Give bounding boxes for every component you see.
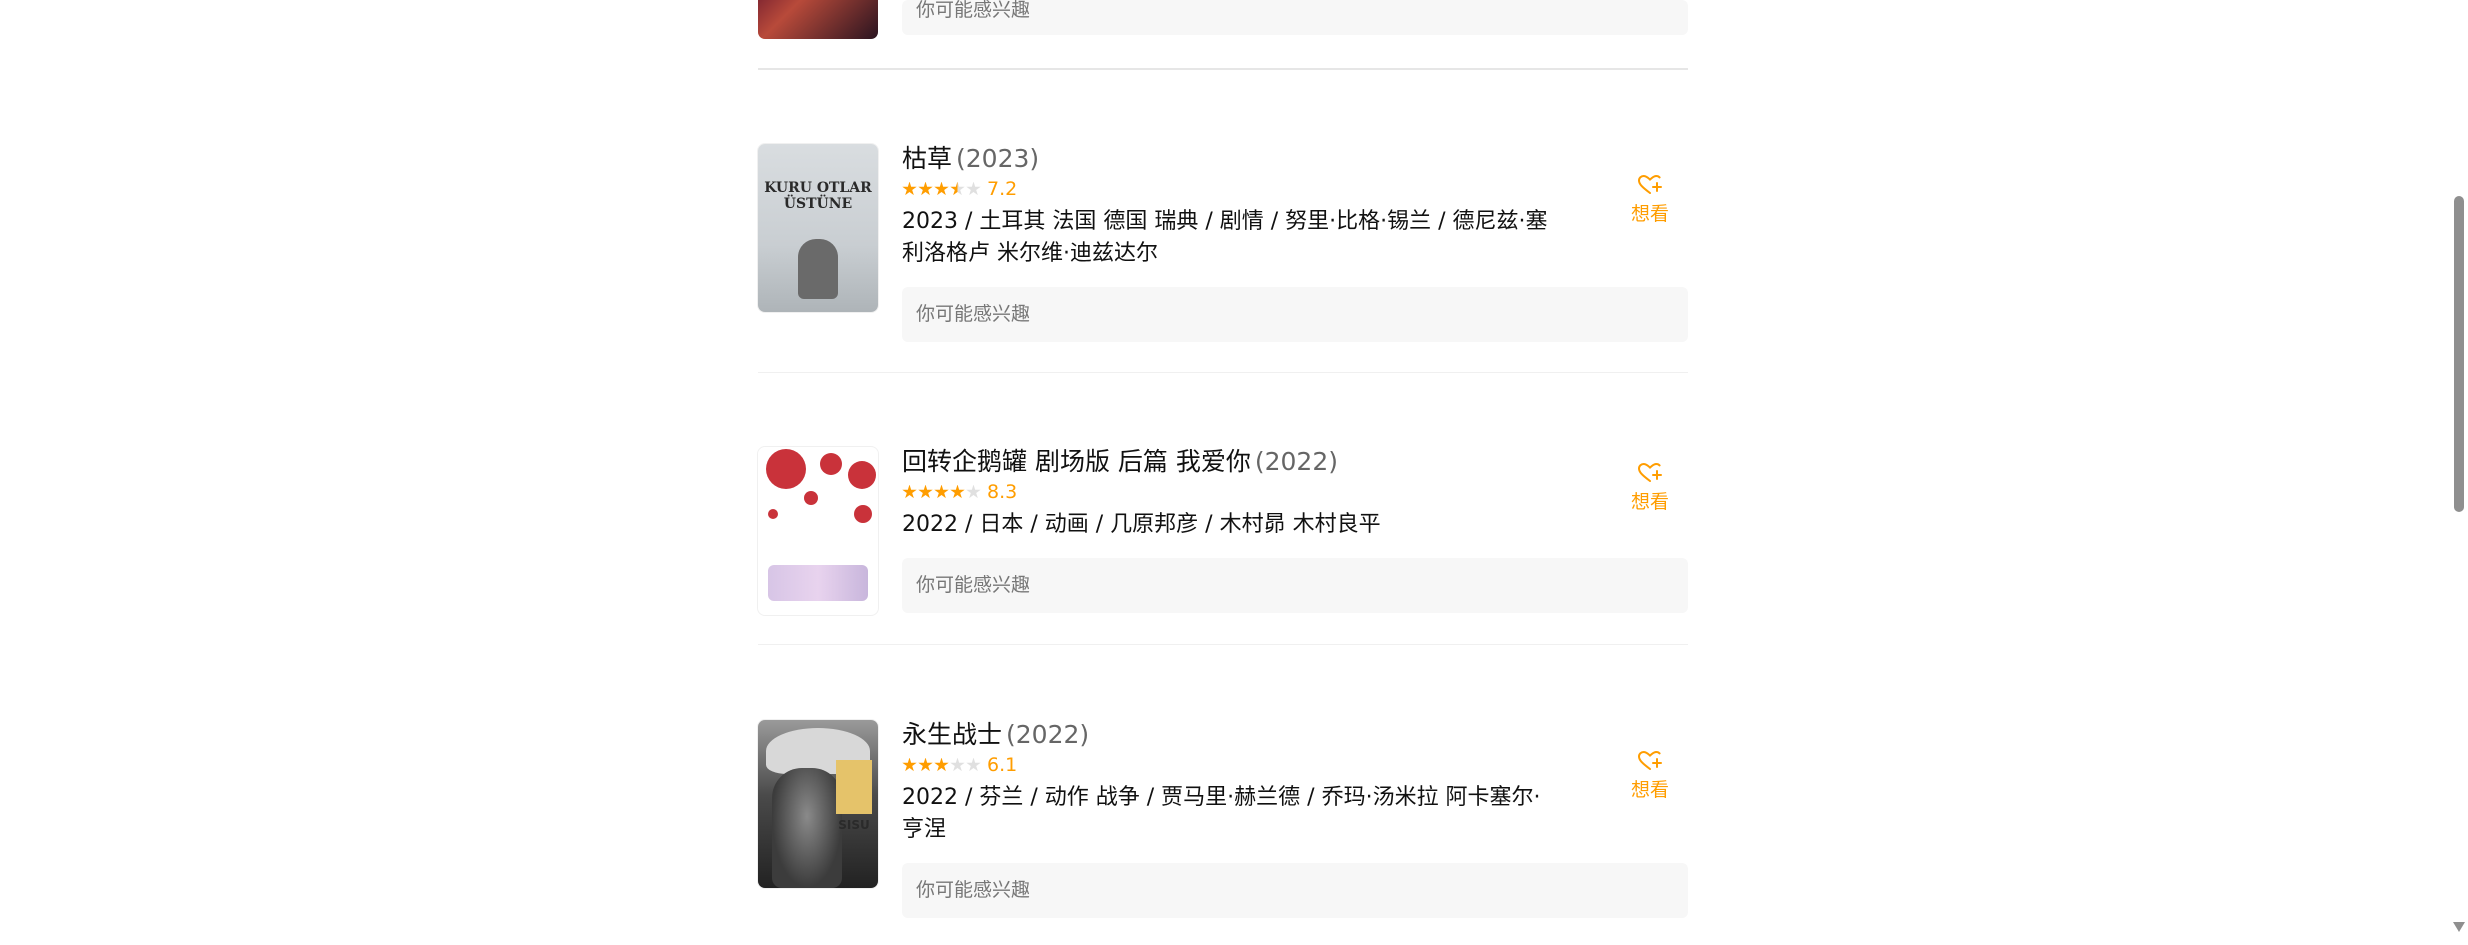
vertical-scrollbar[interactable] <box>2450 0 2468 945</box>
rating: 7.2 <box>902 178 1017 200</box>
star-rating-icon <box>902 181 981 197</box>
want-to-watch-button[interactable]: 想看 <box>1620 462 1680 514</box>
poster-figure <box>798 239 838 299</box>
star-rating-icon <box>902 757 981 773</box>
star-icon <box>918 757 933 772</box>
movie-title-line[interactable]: 枯草 (2023) <box>902 144 1039 174</box>
list-item-partial: 你可能感兴趣 <box>758 0 1688 70</box>
movie-title[interactable]: 枯草 <box>902 144 952 173</box>
star-empty-icon <box>966 181 981 196</box>
poster-decoration <box>820 453 842 475</box>
scroll-down-arrow-icon[interactable] <box>2453 922 2465 932</box>
movie-title-line[interactable]: 回转企鹅罐 剧场版 后篇 我爱你 (2022) <box>902 447 1338 477</box>
recommend-hint[interactable]: 你可能感兴趣 <box>902 558 1688 613</box>
movie-title[interactable]: 回转企鹅罐 剧场版 后篇 我爱你 <box>902 447 1251 476</box>
movie-year: (2023) <box>956 144 1040 173</box>
movie-meta: 2022 / 日本 / 动画 / 几原邦彦 / 木村昴 木村良平 <box>902 512 1381 537</box>
star-empty-icon <box>966 484 981 499</box>
rating: 6.1 <box>902 754 1017 776</box>
want-to-watch-label: 想看 <box>1630 779 1669 801</box>
list-item: KURU OTLAR ÜSTÜNE 枯草 (2023) 7.2 2023 / 土… <box>758 144 1688 373</box>
movie-poster[interactable] <box>758 447 878 615</box>
movie-year: (2022) <box>1006 720 1090 749</box>
recommend-hint[interactable]: 你可能感兴趣 <box>902 863 1688 918</box>
movie-title-line[interactable]: 永生战士 (2022) <box>902 720 1089 750</box>
movie-meta: 2022 / 芬兰 / 动作 战争 / 贾马里·赫兰德 / 乔玛·汤米拉 阿卡塞… <box>902 785 1541 842</box>
rating-score: 6.1 <box>987 754 1018 776</box>
list-item: SISU 永生战士 (2022) 6.1 2022 / 芬兰 / 动作 战争 /… <box>758 720 1688 945</box>
poster-decoration <box>854 505 872 523</box>
star-icon <box>934 757 949 772</box>
poster-figure <box>768 565 868 601</box>
movie-poster[interactable]: SISU <box>758 720 878 888</box>
recommend-hint[interactable]: 你可能感兴趣 <box>902 0 1688 35</box>
recommend-hint[interactable]: 你可能感兴趣 <box>902 287 1688 342</box>
poster-decoration <box>804 491 818 505</box>
poster-title-text: SISU <box>838 818 870 832</box>
star-icon <box>934 181 949 196</box>
star-icon <box>918 181 933 196</box>
star-icon <box>902 757 917 772</box>
poster-figure <box>772 768 842 888</box>
star-icon <box>934 484 949 499</box>
poster-decoration <box>766 449 806 489</box>
scrollbar-thumb[interactable] <box>2454 196 2464 512</box>
movie-poster[interactable] <box>758 0 878 39</box>
poster-decoration <box>836 760 872 814</box>
list-item: 回转企鹅罐 剧场版 后篇 我爱你 (2022) 8.3 2022 / 日本 / 动… <box>758 447 1688 645</box>
page: 你可能感兴趣 KURU OTLAR ÜSTÜNE 枯草 (2023) 7.2 2… <box>0 0 2468 945</box>
star-icon <box>918 484 933 499</box>
movie-year: (2022) <box>1254 447 1338 476</box>
movie-title[interactable]: 永生战士 <box>902 720 1002 749</box>
star-icon <box>950 484 965 499</box>
want-to-watch-label: 想看 <box>1630 491 1669 513</box>
movie-poster[interactable]: KURU OTLAR ÜSTÜNE <box>758 144 878 312</box>
star-empty-icon <box>966 757 981 772</box>
poster-decoration <box>848 461 876 489</box>
want-to-watch-label: 想看 <box>1630 203 1669 225</box>
rating-score: 8.3 <box>987 481 1018 503</box>
star-rating-icon <box>902 484 981 500</box>
rating: 8.3 <box>902 481 1017 503</box>
rating-score: 7.2 <box>987 178 1018 200</box>
heart-add-icon <box>1637 750 1662 770</box>
movie-meta: 2023 / 土耳其 法国 德国 瑞典 / 剧情 / 努里·比格·锡兰 / 德尼… <box>902 209 1548 266</box>
heart-add-icon <box>1637 174 1662 194</box>
poster-decoration <box>768 509 778 519</box>
want-to-watch-button[interactable]: 想看 <box>1620 750 1680 802</box>
poster-title-text: KURU OTLAR ÜSTÜNE <box>764 180 872 212</box>
star-empty-icon <box>950 757 965 772</box>
star-icon <box>902 181 917 196</box>
heart-add-icon <box>1637 462 1662 482</box>
want-to-watch-button[interactable]: 想看 <box>1620 174 1680 226</box>
star-icon <box>902 484 917 499</box>
star-half-icon <box>950 181 965 196</box>
